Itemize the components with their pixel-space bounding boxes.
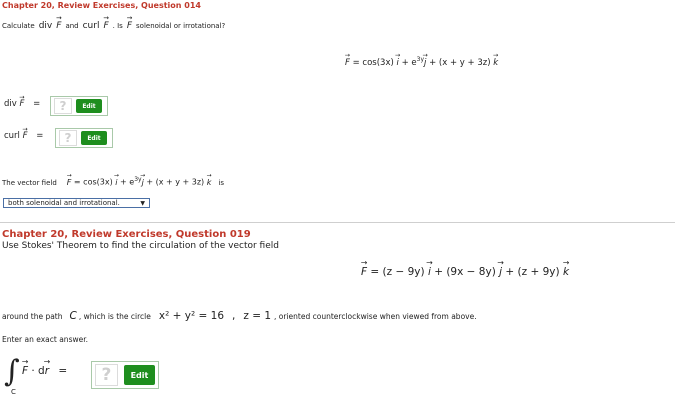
q19-instruction: Use Stokes' Theorem to find the circulat… bbox=[2, 241, 279, 251]
q14-field-equation: F = cos(3x) i + e3yj + (x + y + 3z) k bbox=[345, 56, 498, 68]
q14-s-F: F bbox=[67, 178, 72, 187]
q19-field-equation: F = (z − 9y) i + (9x − 8y) j + (z + 9y) … bbox=[361, 266, 569, 278]
q14-F-vec: F bbox=[56, 21, 61, 31]
q14-s-k: k bbox=[207, 178, 212, 187]
q14-s-part2: + e bbox=[117, 177, 135, 187]
stokes-answer-box[interactable]: ? Edit bbox=[91, 361, 159, 389]
q14-is: . Is bbox=[112, 22, 123, 30]
q14-select-value: both solenoidal and irrotational. bbox=[8, 199, 120, 207]
q14-eq-F: F bbox=[345, 58, 350, 68]
q14-s-i: i bbox=[115, 178, 117, 187]
q14-answer-select[interactable]: both solenoidal and irrotational. ▼ bbox=[3, 198, 150, 208]
integrand-F: F bbox=[22, 365, 28, 377]
q14-eq-j: j bbox=[424, 58, 426, 68]
q19-eq-j: j bbox=[499, 266, 502, 278]
q19-around-pre: around the path bbox=[2, 312, 63, 321]
curl-equals: = bbox=[36, 131, 44, 141]
curl-F-label: curl F = bbox=[4, 131, 43, 141]
q19-eq-part2: + (9x − 8y) bbox=[430, 266, 500, 278]
q19-eq-F: F bbox=[361, 266, 367, 278]
q19-eq-part1: = (z − 9y) bbox=[367, 266, 428, 278]
q14-title: Chapter 20, Review Exercises, Question 0… bbox=[2, 1, 201, 10]
q19-eq-k: k bbox=[563, 266, 569, 278]
question-divider bbox=[0, 222, 675, 223]
integral-equals: = bbox=[58, 365, 68, 377]
div-F-vec: F bbox=[20, 99, 25, 109]
integrand-dot-d: · d bbox=[28, 365, 45, 377]
div-edit-button[interactable]: Edit bbox=[76, 99, 102, 113]
integral-subscript: C bbox=[11, 388, 16, 396]
curl-F-vec: F bbox=[23, 131, 28, 141]
q14-sentence: The vector field F = cos(3x) i + e3yj + … bbox=[2, 176, 224, 187]
div-F-label: div F = bbox=[4, 99, 40, 109]
q14-prompt-calc: Calculate bbox=[2, 22, 35, 30]
q14-eq-i: i bbox=[397, 58, 399, 68]
integrand-r: r bbox=[45, 365, 49, 377]
q19-title: Chapter 20, Review Exercises, Question 0… bbox=[2, 229, 251, 240]
curl-word: curl bbox=[4, 131, 20, 141]
div-word: div bbox=[4, 99, 17, 109]
q14-div-word: div bbox=[38, 21, 53, 31]
q14-sentence-equation: F = cos(3x) i + e3yj + (x + y + 3z) k bbox=[67, 176, 212, 187]
div-answer-box[interactable]: ? Edit bbox=[50, 96, 108, 116]
q14-sentence-post: is bbox=[218, 178, 224, 187]
q14-eq-part3: + (x + y + 3z) bbox=[426, 57, 494, 68]
stokes-edit-button[interactable]: Edit bbox=[123, 365, 155, 385]
q19-exact-answer: Enter an exact answer. bbox=[2, 335, 88, 344]
q19-eq-part3: + (z + 9y) bbox=[502, 266, 563, 278]
q14-F-vec-3: F bbox=[127, 21, 132, 31]
curl-edit-button[interactable]: Edit bbox=[81, 131, 107, 145]
curl-question-mark-icon: ? bbox=[59, 130, 77, 146]
q19-oriented-text: , oriented counterclockwise when viewed … bbox=[274, 312, 477, 321]
curl-answer-box[interactable]: ? Edit bbox=[55, 128, 113, 148]
q14-s-j: j bbox=[142, 178, 144, 187]
stokes-question-mark-icon: ? bbox=[95, 364, 118, 386]
q14-F-vec-2: F bbox=[103, 21, 108, 31]
q14-curl-word: curl bbox=[82, 21, 100, 31]
q14-prompt-tail: solenoidal or irrotational? bbox=[136, 22, 226, 30]
q19-plane-eq: z = 1 bbox=[243, 310, 272, 322]
q14-s-part1: = cos(3x) bbox=[71, 177, 116, 187]
q14-and: and bbox=[65, 22, 79, 30]
div-equals: = bbox=[33, 99, 41, 109]
q19-integral-expression: ∫ C F · dr = bbox=[4, 355, 94, 399]
chevron-down-icon: ▼ bbox=[140, 199, 145, 207]
q19-eq-i: i bbox=[428, 266, 431, 278]
q14-eq-k: k bbox=[493, 58, 498, 68]
q14-eq-part2: + e bbox=[398, 57, 417, 68]
div-question-mark-icon: ? bbox=[54, 98, 72, 114]
q14-s-part3: + (x + y + 3z) bbox=[143, 177, 207, 187]
integrand: F · dr = bbox=[22, 365, 67, 377]
q19-path-C: C bbox=[69, 310, 77, 322]
q14-eq-part1: = cos(3x) bbox=[349, 57, 397, 68]
q19-circle-eq: x² + y² = 16 bbox=[158, 310, 225, 322]
q14-prompt: Calculate div F and curl F . Is F soleno… bbox=[2, 21, 225, 31]
q19-path-sentence: around the path C , which is the circle … bbox=[2, 310, 477, 322]
q19-comma: , bbox=[232, 310, 236, 322]
q14-sentence-pre: The vector field bbox=[2, 178, 57, 187]
integral-icon: ∫ bbox=[4, 354, 20, 389]
q19-circle-text: , which is the circle bbox=[78, 312, 151, 321]
